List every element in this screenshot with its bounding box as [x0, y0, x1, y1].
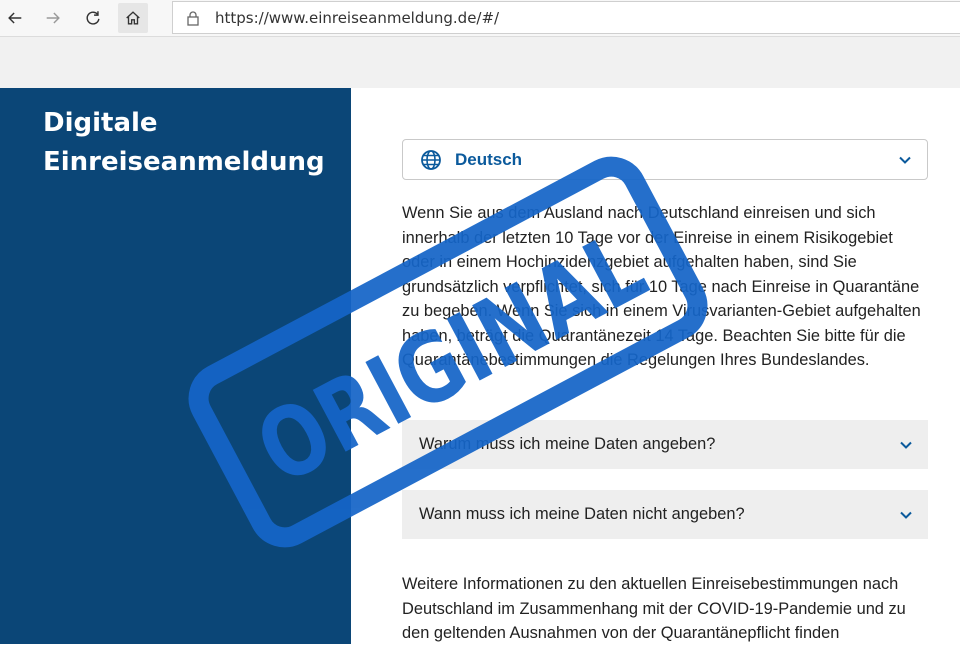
site-title: Digitale Einreiseanmeldung [43, 104, 333, 182]
site-title-line2: Einreiseanmeldung [43, 147, 325, 177]
language-select-value: Deutsch [455, 149, 523, 169]
chevron-down-icon [898, 507, 914, 523]
accordion-label: Wann muss ich meine Daten nicht angeben? [419, 505, 745, 523]
home-button[interactable] [118, 3, 148, 33]
arrow-left-icon [8, 12, 22, 24]
forward-button[interactable] [38, 3, 68, 33]
url-text: https://www.einreiseanmeldung.de/#/ [215, 8, 500, 27]
arrow-right-icon [46, 12, 60, 24]
reload-icon [86, 11, 100, 25]
chevron-down-icon [898, 437, 914, 453]
accordion-why-data[interactable]: Warum muss ich meine Daten angeben? [402, 420, 928, 469]
accordion-label: Warum muss ich meine Daten angeben? [419, 435, 716, 453]
globe-icon [420, 149, 442, 171]
intro-text: Wenn Sie aus dem Ausland nach Deutschlan… [402, 204, 921, 369]
reload-button[interactable] [78, 3, 108, 33]
home-icon [126, 11, 140, 25]
chevron-down-icon [897, 152, 913, 168]
browser-toolbar: https://www.einreiseanmeldung.de/#/ [0, 0, 960, 37]
site-title-line1: Digitale [43, 108, 158, 138]
address-bar[interactable]: https://www.einreiseanmeldung.de/#/ [172, 1, 960, 34]
back-button[interactable] [0, 3, 30, 33]
header-band [0, 37, 960, 88]
more-info-text: Weitere Informationen zu den aktuellen E… [402, 575, 906, 642]
lock-icon [185, 10, 201, 26]
accordion-when-not-data[interactable]: Wann muss ich meine Daten nicht angeben? [402, 490, 928, 539]
language-select[interactable]: Deutsch [402, 139, 928, 180]
